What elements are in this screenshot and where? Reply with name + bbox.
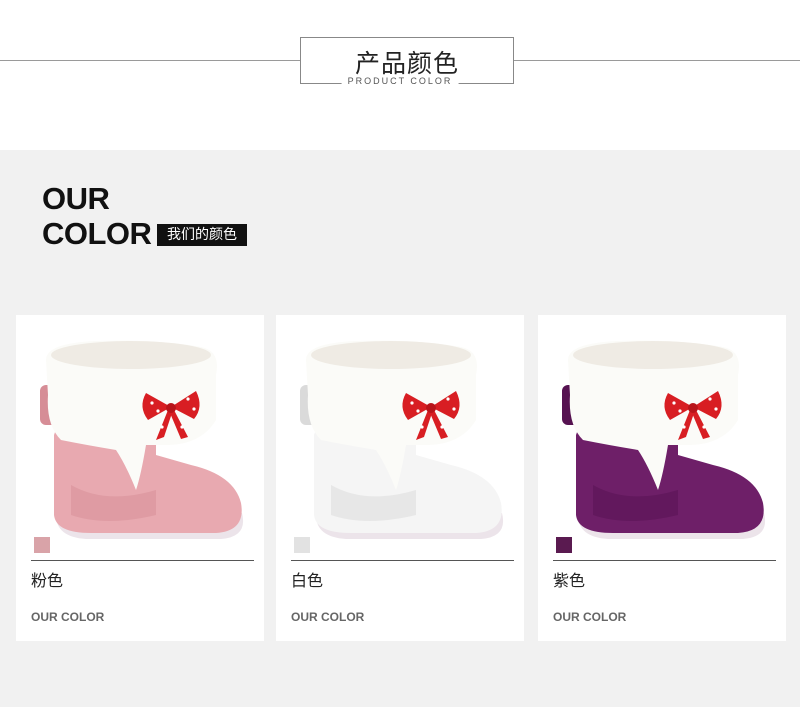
product-color-name: 白色 (291, 571, 324, 590)
color-swatch-purple (556, 537, 572, 553)
boot-image-white (300, 340, 504, 539)
color-swatch-white (294, 537, 310, 553)
bow-dot (714, 407, 718, 411)
section-heading-line1: OUR (42, 181, 110, 216)
product-color-subtitle: OUR COLOR (553, 610, 627, 624)
bow-dot (446, 397, 450, 401)
boot-image-pink (40, 340, 244, 539)
boot-image-purple (562, 340, 766, 539)
section-heading-tag: 我们的颜色 (157, 224, 247, 246)
scallop-border (0, 128, 800, 144)
bow-knot (166, 403, 176, 413)
header-rule-right (514, 60, 800, 61)
bow-dot (416, 409, 420, 413)
bow-dot (160, 425, 164, 429)
bow-knot (688, 403, 698, 413)
product-color-name: 粉色 (31, 571, 64, 590)
bow-dot (156, 409, 160, 413)
bow-dot (452, 407, 456, 411)
fur-opening (573, 341, 733, 369)
product-card-purple[interactable]: 紫色 OUR COLOR (538, 315, 786, 641)
bow-dot (682, 425, 686, 429)
product-card-white[interactable]: 白色 OUR COLOR (276, 315, 524, 641)
bow-dot (186, 397, 190, 401)
card-divider (31, 560, 254, 561)
header-subtitle: PRODUCT COLOR (341, 76, 459, 86)
bow-dot (150, 401, 154, 405)
bow-dot (672, 401, 676, 405)
bow-dot (192, 407, 196, 411)
header-rule-left (0, 60, 300, 61)
bow-dot (420, 425, 424, 429)
fur-opening (51, 341, 211, 369)
bow-dot (708, 397, 712, 401)
product-color-subtitle: OUR COLOR (291, 610, 365, 624)
product-color-subtitle: OUR COLOR (31, 610, 105, 624)
fur-opening (311, 341, 471, 369)
header-title: 产品颜色 (354, 49, 459, 78)
color-swatch-pink (34, 537, 50, 553)
product-color-name: 紫色 (553, 571, 586, 590)
bow-dot (678, 409, 682, 413)
product-card-pink[interactable]: 粉色 OUR COLOR (16, 315, 264, 641)
bow-dot (180, 425, 184, 429)
section-heading-line2: COLOR (42, 216, 152, 251)
bow-dot (702, 425, 706, 429)
bow-knot (426, 403, 436, 413)
card-divider (553, 560, 776, 561)
bow-dot (410, 401, 414, 405)
bow-dot (440, 425, 444, 429)
card-divider (291, 560, 514, 561)
